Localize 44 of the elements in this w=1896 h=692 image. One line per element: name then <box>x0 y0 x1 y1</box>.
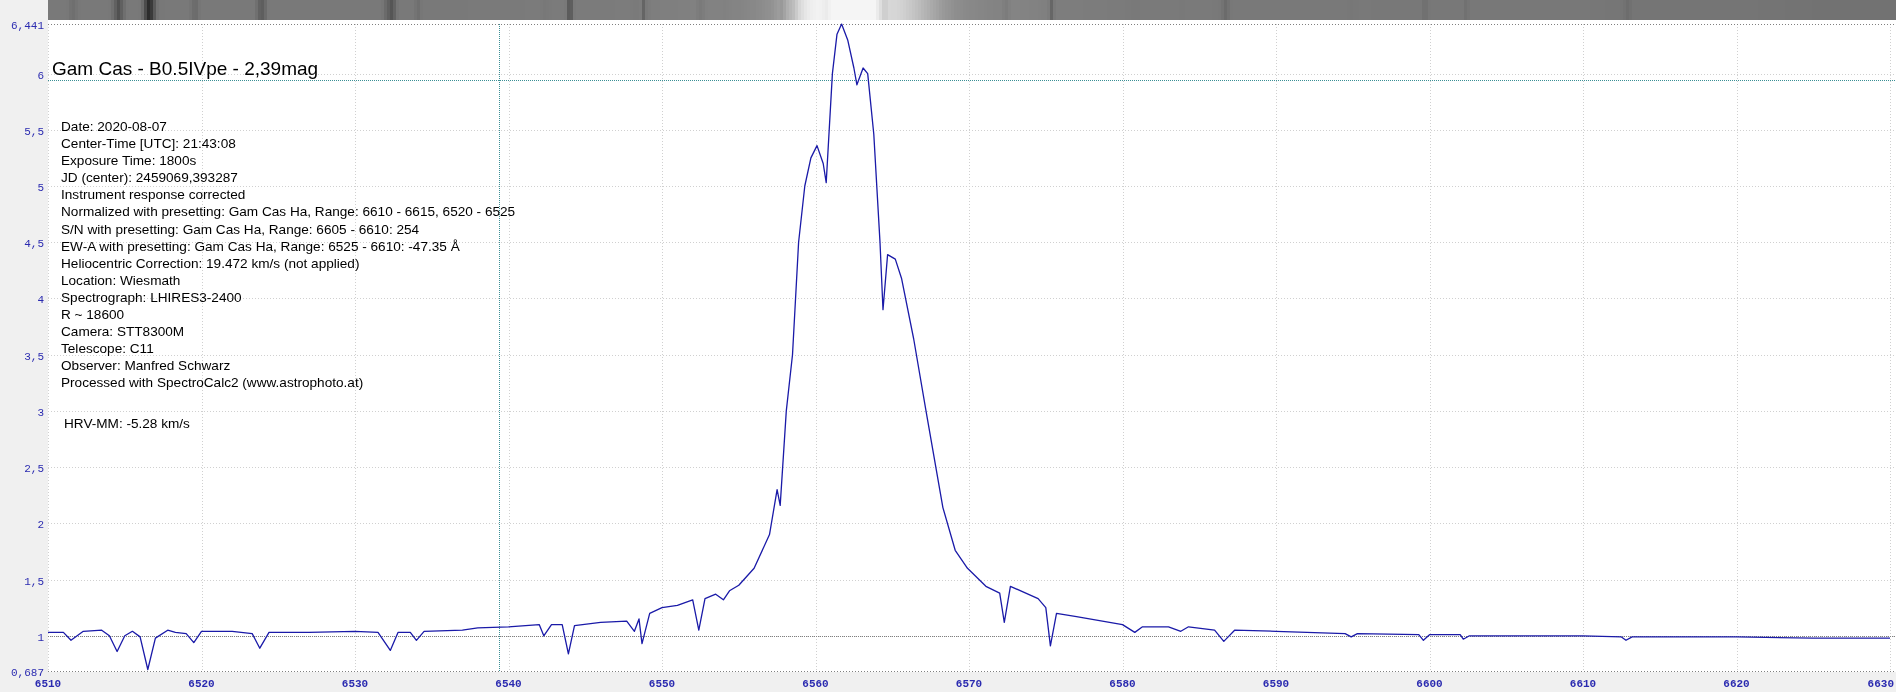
axis-tick-label: 0,687 <box>11 666 44 679</box>
info-line: Date: 2020-08-07 <box>61 118 168 136</box>
axis-tick-label: 6600 <box>1416 678 1443 690</box>
axis-tick-label: 5 <box>37 181 44 194</box>
chart-title: Gam Cas - B0.5IVpe - 2,39mag <box>52 58 319 80</box>
axis-tick-label: 6610 <box>1569 678 1597 690</box>
axis-tick-label: 6630 <box>1867 678 1894 690</box>
axis-tick-label: 6540 <box>495 678 522 690</box>
info-line: S/N with presetting: Gam Cas Ha, Range: 6605 - 6610: 254 <box>61 220 421 238</box>
info-line: Observer: Manfred Schwarz <box>61 357 232 375</box>
axis-tick-label: 1 <box>37 631 44 644</box>
axis-tick-label: 6590 <box>1262 678 1290 690</box>
axis-tick-label: 2,5 <box>24 462 44 475</box>
axis-tick-label: 6580 <box>1109 678 1136 690</box>
axis-tick-label: 3,5 <box>24 350 44 363</box>
info-line: Center-Time [UTC]: 21:43:08 <box>61 135 237 153</box>
info-line: Location: Wiesmath <box>61 271 182 289</box>
info-line: Telescope: C11 <box>61 340 155 358</box>
info-line: Normalized with presetting: Gam Cas Ha, Range: 6610 - 6615, 6520 - 6525 <box>61 203 516 221</box>
axis-tick-label: 6,441 <box>11 20 44 32</box>
axis-tick-label: 1,5 <box>24 575 44 588</box>
info-line: EW-A with presetting: Gam Cas Ha, Range: 6525 - 6610: -47.35 Å <box>61 237 461 255</box>
info-line: Exposure Time: 1800s <box>61 152 198 170</box>
info-line: R ~ 18600 <box>61 306 126 324</box>
axis-tick-label: 6620 <box>1723 678 1750 690</box>
axis-tick-label: 6560 <box>802 678 829 690</box>
axis-tick-label: 6570 <box>955 678 983 690</box>
info-line: Spectrograph: LHIRES3-2400 <box>61 288 243 307</box>
info-line: JD (center): 2459069,393287 <box>61 169 239 187</box>
axis-tick-label: 6530 <box>341 678 369 690</box>
axis-tick-label: 5,5 <box>24 125 44 138</box>
axis-tick-label: 6510 <box>34 678 62 690</box>
info-line: Camera: STT8300M <box>61 323 186 341</box>
radial-velocity-label: HRV-MM: -5.28 km/s <box>64 416 190 431</box>
axis-tick-label: 6520 <box>188 678 215 690</box>
info-line: Processed with SpectroCalc2 (www.astrophoto.at) <box>61 374 365 392</box>
info-line: Instrument response corrected <box>61 186 247 204</box>
axis-tick-label: 3 <box>37 406 44 419</box>
axis-tick-label: 4,5 <box>24 237 44 250</box>
axis-tick-label: 6 <box>37 69 44 82</box>
axis-tick-label: 2 <box>37 518 44 531</box>
axis-tick-label: 4 <box>37 293 44 306</box>
axis-tick-label: 6550 <box>648 678 676 690</box>
info-line: Heliocentric Correction: 19.472 km/s (not applied) <box>61 254 361 272</box>
